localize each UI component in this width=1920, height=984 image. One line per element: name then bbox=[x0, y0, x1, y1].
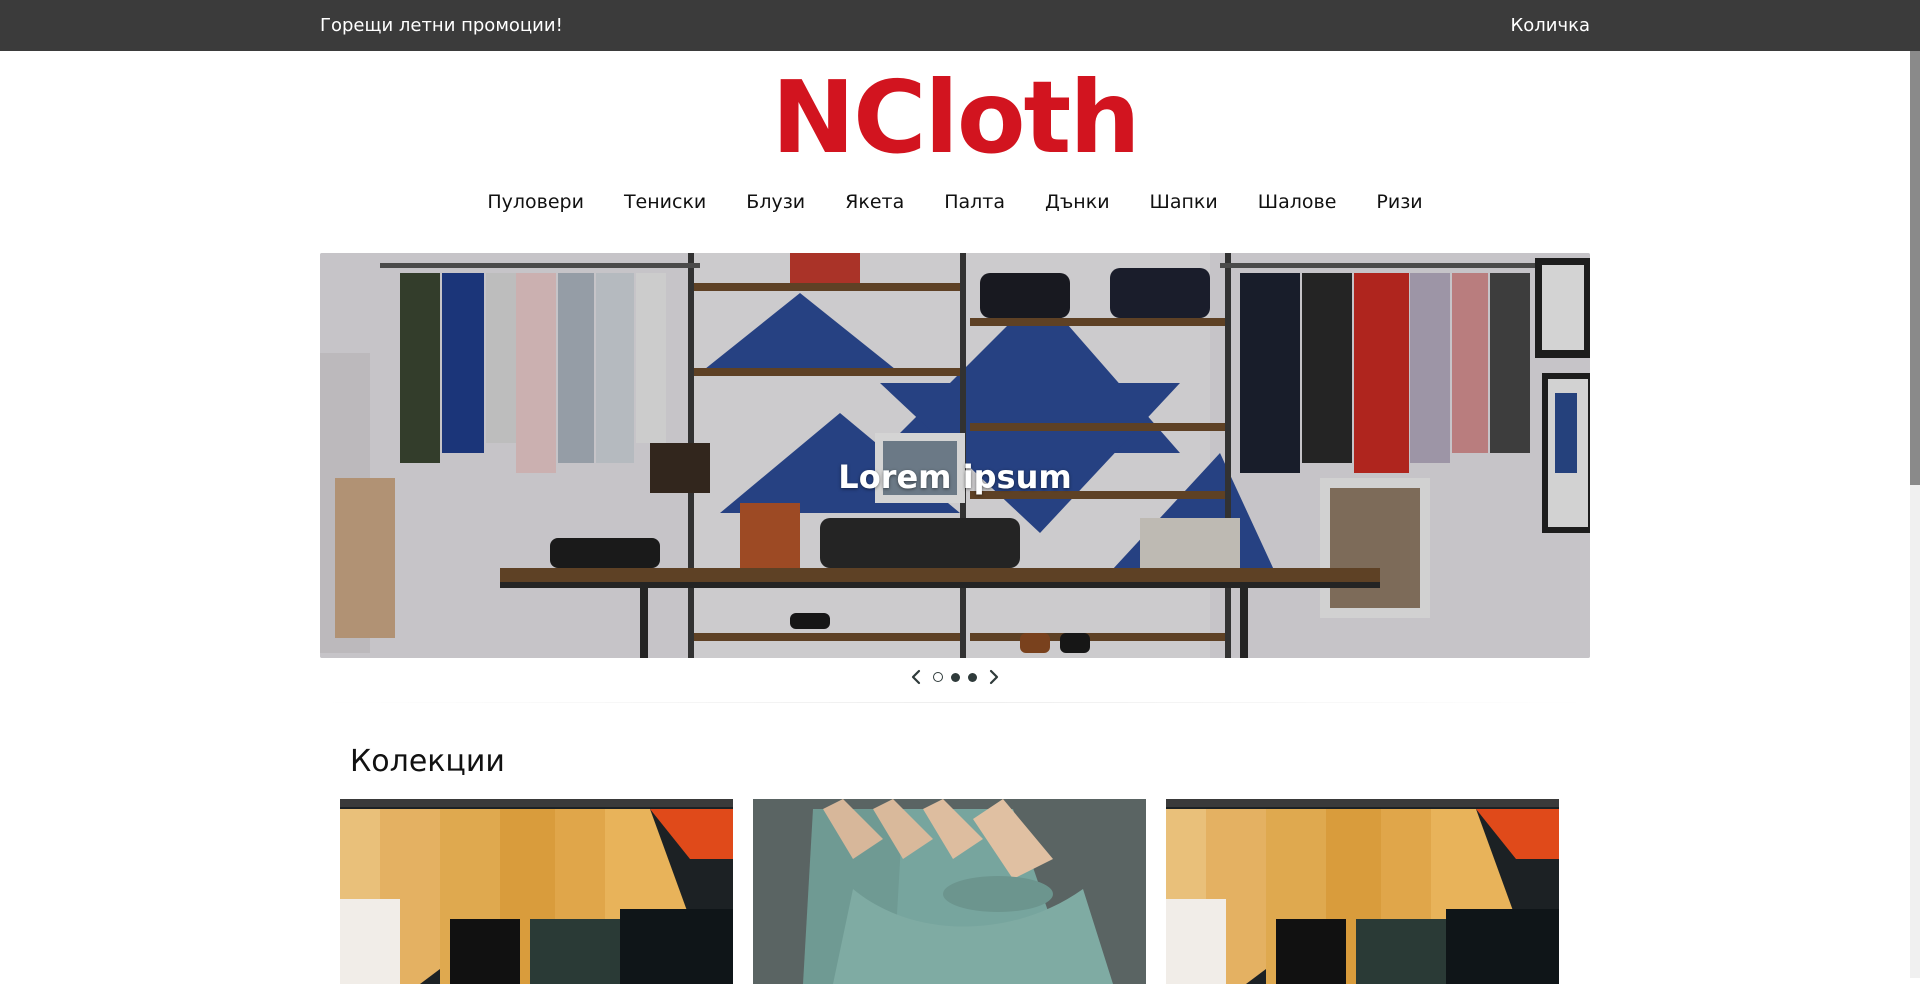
nav-item-yaketa[interactable]: Якета bbox=[845, 191, 904, 213]
collections-grid bbox=[340, 799, 1559, 984]
carousel-dot-3[interactable] bbox=[968, 672, 977, 682]
scrollbar-thumb[interactable] bbox=[1910, 51, 1920, 485]
collection-card-3[interactable] bbox=[1166, 799, 1559, 984]
nav-item-rizi[interactable]: Ризи bbox=[1376, 191, 1422, 213]
top-bar: Горещи летни промоции! Количка bbox=[0, 0, 1920, 51]
hero-carousel[interactable]: Lorem ipsum bbox=[320, 253, 1590, 658]
promo-text: Горещи летни промоции! bbox=[320, 15, 563, 36]
collection-card-2[interactable] bbox=[753, 799, 1146, 984]
chevron-left-icon[interactable] bbox=[907, 668, 925, 686]
collections-title: Колекции bbox=[350, 744, 505, 779]
carousel-dot-2[interactable] bbox=[951, 672, 960, 682]
nav-item-teniski[interactable]: Тениски bbox=[624, 191, 706, 213]
carousel-controls bbox=[0, 668, 1910, 686]
nav-item-palta[interactable]: Палта bbox=[944, 191, 1005, 213]
chevron-right-icon[interactable] bbox=[985, 668, 1003, 686]
carousel-dot-1[interactable] bbox=[933, 672, 943, 682]
hero-caption: Lorem ipsum bbox=[838, 458, 1072, 496]
nav-item-pulloveri[interactable]: Пуловери bbox=[487, 191, 584, 213]
collection-image bbox=[1166, 799, 1559, 984]
collection-image bbox=[753, 799, 1146, 984]
nav-item-bluzi[interactable]: Блузи bbox=[746, 191, 805, 213]
section-divider bbox=[320, 702, 1590, 703]
logo-text: NCloth bbox=[771, 59, 1140, 176]
cart-link[interactable]: Количка bbox=[1510, 15, 1590, 36]
hero-image bbox=[320, 253, 1590, 658]
brand-logo[interactable]: NCloth bbox=[0, 68, 1910, 168]
main-nav: Пуловери Тениски Блузи Якета Палта Дънки… bbox=[0, 191, 1910, 213]
nav-item-shapki[interactable]: Шапки bbox=[1150, 191, 1218, 213]
nav-item-dunki[interactable]: Дънки bbox=[1045, 191, 1110, 213]
nav-item-shalove[interactable]: Шалове bbox=[1258, 191, 1337, 213]
collection-card-1[interactable] bbox=[340, 799, 733, 984]
collection-image bbox=[340, 799, 733, 984]
